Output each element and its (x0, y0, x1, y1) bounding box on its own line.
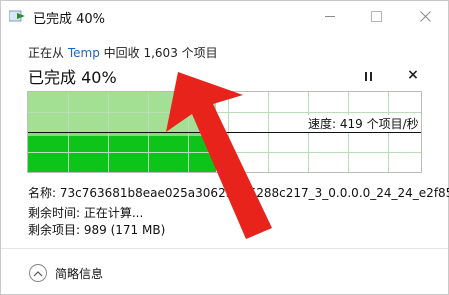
less-details-label: 简略信息 (55, 266, 104, 281)
less-details-toggle[interactable]: 简略信息 (29, 263, 103, 283)
title-bar[interactable]: 已完成 40% (1, 1, 448, 31)
operation-prefix: 正在从 (28, 46, 65, 60)
pause-icon (364, 71, 367, 81)
speed-label: 速度: 419 个项目/秒 (306, 115, 421, 132)
minimize-icon (325, 15, 335, 17)
maximize-icon (370, 10, 382, 22)
copy-progress-window: 已完成 40% 正在从 Temp 中回收 1,603 个项目 已完成 40% × (0, 0, 449, 295)
maximize-button[interactable] (353, 1, 399, 31)
speed-line (28, 132, 421, 133)
file-transfer-icon (9, 10, 25, 22)
cancel-button[interactable]: × (401, 64, 425, 86)
progress-heading: 已完成 40% (28, 68, 117, 87)
chevron-up-icon (29, 264, 47, 282)
source-folder-link[interactable]: Temp (68, 46, 100, 60)
minimize-button[interactable] (307, 1, 353, 31)
pause-button[interactable] (358, 67, 378, 85)
file-name-line: 名称: 73c763681b8eae025a30623535288c217_3_… (28, 186, 449, 200)
window-title: 已完成 40% (33, 12, 106, 27)
close-button[interactable] (402, 1, 448, 31)
operation-suffix: 中回收 1,603 个项目 (103, 46, 218, 60)
time-remaining-line: 剩余时间: 正在计算... (28, 206, 144, 220)
close-icon (419, 10, 431, 22)
operation-status: 正在从 Temp 中回收 1,603 个项目 (28, 44, 218, 61)
items-remaining-line: 剩余项目: 989 (171 MB) (28, 223, 166, 237)
footer-divider (1, 248, 448, 249)
transfer-speed-graph: 速度: 419 个项目/秒 (27, 91, 422, 173)
